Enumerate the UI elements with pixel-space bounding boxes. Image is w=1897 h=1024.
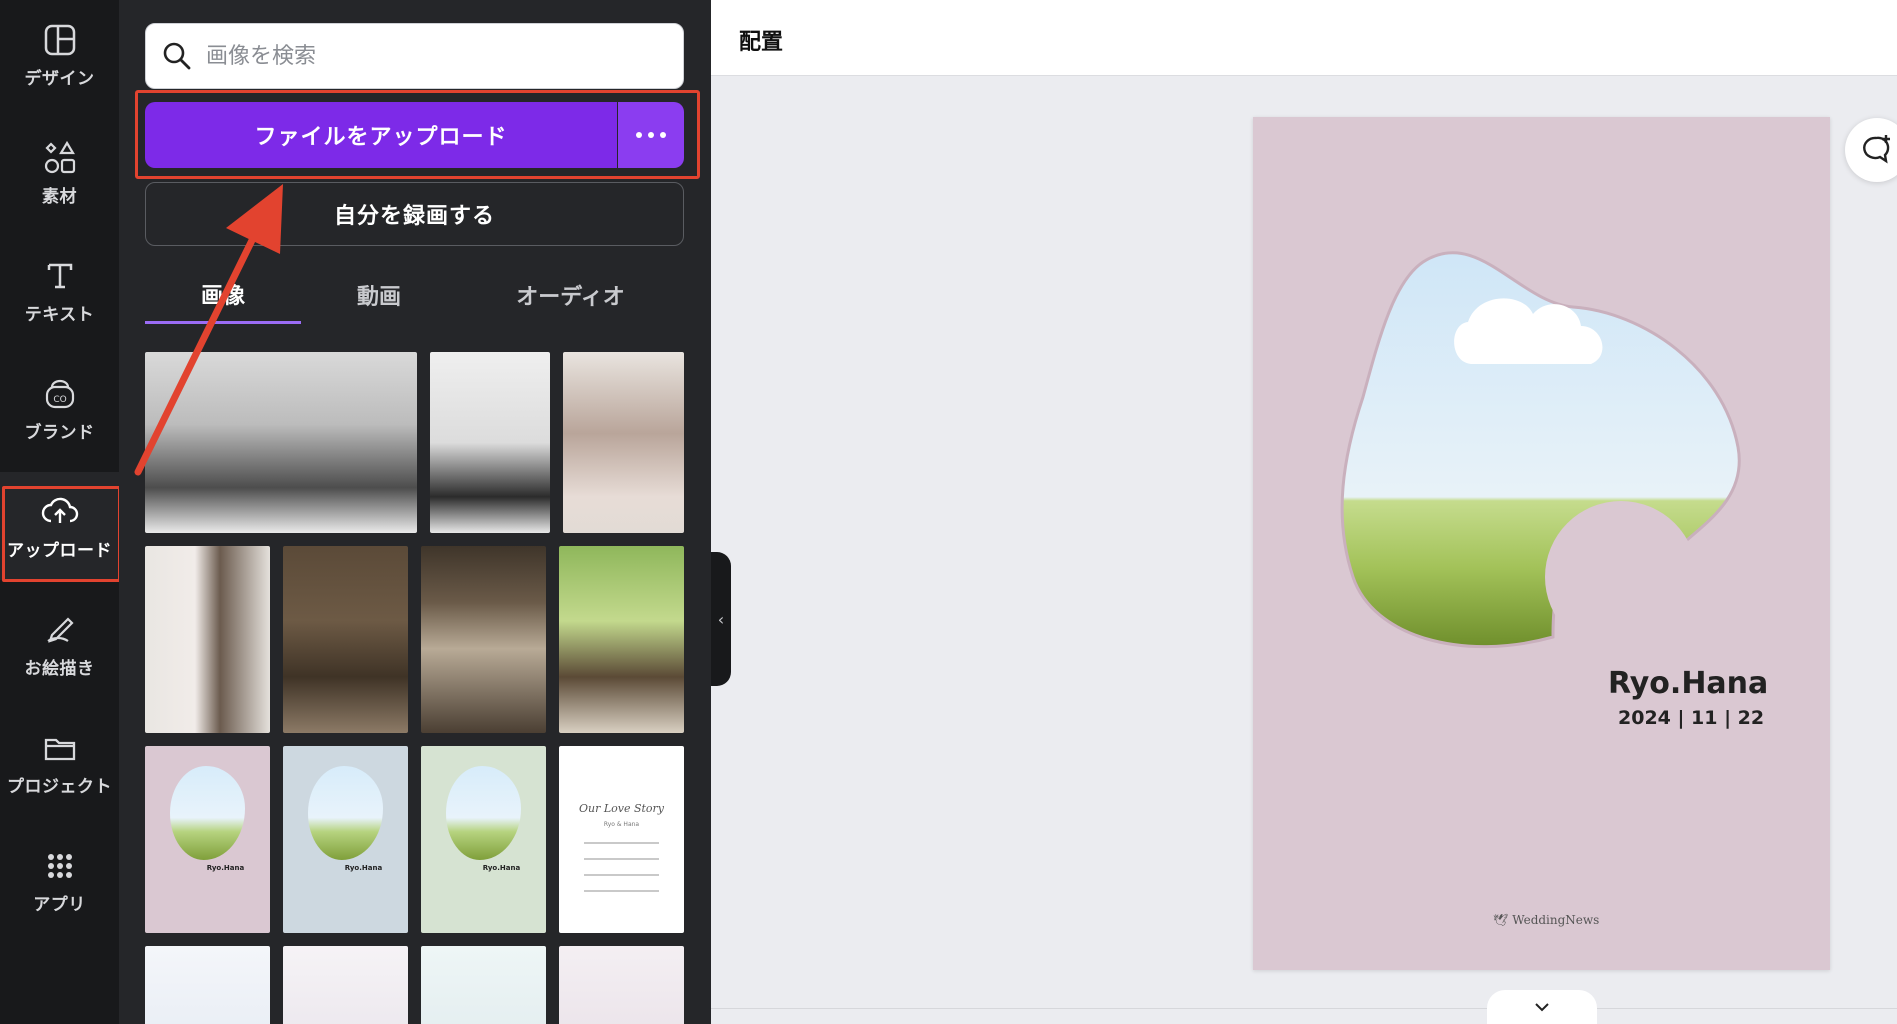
upload-thumb-couple-kiss[interactable] [563, 352, 684, 533]
draw-icon [40, 610, 80, 650]
layout-icon [40, 20, 80, 60]
cloud-upload-icon [40, 492, 80, 532]
record-yourself-button[interactable]: 自分を録画する [145, 182, 684, 246]
svg-text:CO: CO [53, 395, 66, 405]
upload-file-button[interactable]: ファイルをアップロード [145, 102, 617, 168]
more-dots-icon [636, 132, 642, 138]
upload-more-button[interactable] [618, 102, 684, 168]
upload-thumb-template-pink[interactable]: Ryo.Hana [145, 746, 270, 933]
tab-videos[interactable]: 動画 [301, 266, 457, 324]
show-pages-button[interactable] [1487, 990, 1597, 1024]
template-name: Ryo.Hana [344, 863, 383, 872]
comment-plus-icon [1863, 135, 1890, 164]
side-rail: デザイン 素材 テキスト CO ブランド アップロード お絵描き プロジェクト [0, 0, 119, 1024]
canvas-blob-graphic [1340, 251, 1741, 653]
upload-thumb-sketch-4[interactable] [559, 946, 684, 1024]
upload-thumb-sketch-3[interactable] [421, 946, 546, 1024]
uploads-panel: ファイルをアップロード 自分を録画する 画像 動画 オーディオ Ryo.Hana… [119, 0, 711, 1024]
love-story-lines [584, 842, 659, 892]
tab-images[interactable]: 画像 [145, 266, 301, 324]
upload-thumb-sketch-2[interactable] [283, 946, 408, 1024]
upload-thumb-kimono-door[interactable] [283, 546, 408, 733]
collapse-panel-button[interactable]: ‹ [711, 552, 731, 686]
design-canvas-page[interactable]: Ryo.Hana 2024 | 11 | 22 🕊 WeddingNews [1253, 117, 1830, 970]
upload-thumb-couple-seated[interactable] [430, 352, 550, 533]
canvas-wedding-date[interactable]: 2024 | 11 | 22 [1618, 707, 1764, 729]
text-icon [40, 256, 80, 296]
brand-text: WeddingNews [1512, 913, 1600, 927]
upload-thumb-template-blue[interactable]: Ryo.Hana [283, 746, 408, 933]
upload-thumb-sketch-1[interactable] [145, 946, 270, 1024]
rail-item-draw[interactable]: お絵描き [0, 590, 119, 698]
rail-label-projects: プロジェクト [7, 776, 112, 797]
template-name: Ryo.Hana [206, 863, 245, 872]
upload-thumb-kimono-garden[interactable] [559, 546, 684, 733]
upload-thumb-template-green[interactable]: Ryo.Hana [421, 746, 546, 933]
rail-item-projects[interactable]: プロジェクト [0, 708, 119, 816]
template-name: Ryo.Hana [482, 863, 521, 872]
search-input[interactable] [206, 43, 646, 69]
bird-logo-icon: 🕊 [1493, 913, 1509, 927]
template-blob [170, 766, 245, 860]
brand-icon: CO [40, 374, 80, 414]
rail-label-brand: ブランド [24, 422, 95, 443]
tab-audio[interactable]: オーディオ [457, 266, 684, 324]
rail-item-brand[interactable]: CO ブランド [0, 354, 119, 462]
upload-thumb-couple-laughing[interactable] [145, 352, 417, 533]
chevron-left-icon: ‹ [717, 609, 725, 629]
search-icon [163, 42, 191, 70]
search-box[interactable] [145, 23, 684, 89]
canvas-brand-logo[interactable]: 🕊 WeddingNews [1493, 913, 1599, 927]
upload-thumb-love-story[interactable]: Our Love Story Ryo & Hana [559, 746, 684, 933]
rail-label-draw: お絵描き [24, 658, 95, 679]
rail-label-uploads: アップロード [7, 540, 112, 561]
rail-label-elements: 素材 [42, 186, 77, 207]
upload-thumb-couple-standing[interactable] [145, 546, 270, 733]
love-story-sub: Ryo & Hana [603, 821, 640, 828]
rail-item-uploads[interactable]: アップロード [0, 472, 119, 580]
more-dot [648, 132, 654, 138]
template-blob [308, 766, 383, 860]
template-blob [446, 766, 521, 860]
rail-label-design: デザイン [24, 68, 95, 89]
canvas-couple-name[interactable]: Ryo.Hana [1608, 666, 1768, 701]
rail-item-elements[interactable]: 素材 [0, 118, 119, 226]
rail-item-text[interactable]: テキスト [0, 236, 119, 344]
rail-label-text: テキスト [24, 304, 95, 325]
bottom-divider [711, 1008, 1897, 1009]
rail-item-apps[interactable]: アプリ [0, 826, 119, 934]
apps-grid-icon [40, 846, 80, 886]
media-tabs: 画像 動画 オーディオ [145, 266, 684, 326]
more-dot [660, 132, 666, 138]
add-comment-button[interactable] [1845, 118, 1897, 182]
rail-item-design[interactable]: デザイン [0, 0, 119, 108]
editor-header: 配置 [711, 0, 1897, 76]
uploads-grid: Ryo.Hana Ryo.Hana Ryo.Hana Our Love Stor… [145, 352, 684, 1024]
folder-icon [40, 728, 80, 768]
upload-thumb-kimono-corridor[interactable] [421, 546, 546, 733]
rail-label-apps: アプリ [33, 894, 86, 915]
chevron-down-icon [1535, 1003, 1549, 1012]
love-story-title: Our Love Story [578, 802, 665, 815]
elements-icon [40, 138, 80, 178]
page-title: 配置 [739, 30, 784, 55]
